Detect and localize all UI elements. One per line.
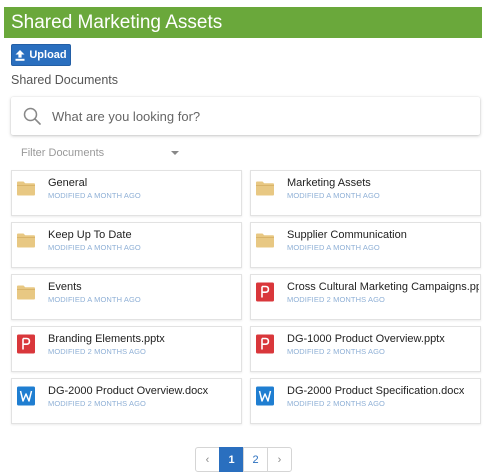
search-box[interactable] bbox=[11, 97, 480, 135]
document-name: Supplier Communication bbox=[287, 229, 407, 241]
powerpoint-icon bbox=[16, 334, 36, 354]
document-card[interactable]: Branding Elements.pptx MODIFIED 2 MONTHS … bbox=[11, 326, 242, 372]
filter-label: Filter Documents bbox=[21, 147, 105, 159]
filter-documents-dropdown[interactable]: Filter Documents bbox=[11, 145, 181, 161]
modified-label: MODIFIED 2 MONTHS AGO bbox=[48, 347, 146, 356]
folder-icon bbox=[16, 230, 36, 250]
document-name: Events bbox=[48, 281, 82, 293]
document-card[interactable]: DG-1000 Product Overview.pptx MODIFIED 2 … bbox=[250, 326, 481, 372]
folder-icon bbox=[16, 282, 36, 302]
page-title: Shared Marketing Assets bbox=[11, 12, 223, 33]
document-card[interactable]: General MODIFIED A MONTH AGO bbox=[11, 170, 242, 216]
document-card[interactable]: Events MODIFIED A MONTH AGO bbox=[11, 274, 242, 320]
search-input[interactable] bbox=[52, 108, 452, 124]
document-card[interactable]: Supplier Communication MODIFIED A MONTH A… bbox=[250, 222, 481, 268]
document-name: Marketing Assets bbox=[287, 177, 371, 189]
word-icon bbox=[255, 386, 275, 406]
modified-label: MODIFIED 2 MONTHS AGO bbox=[287, 399, 385, 408]
document-name: DG-1000 Product Overview.pptx bbox=[287, 333, 445, 345]
modified-label: MODIFIED 2 MONTHS AGO bbox=[287, 295, 385, 304]
document-name: DG-2000 Product Overview.docx bbox=[48, 385, 209, 397]
modified-label: MODIFIED A MONTH AGO bbox=[48, 191, 141, 200]
page-header: Shared Marketing Assets bbox=[4, 7, 482, 38]
upload-button[interactable]: Upload bbox=[11, 44, 71, 66]
document-name: Keep Up To Date bbox=[48, 229, 132, 241]
section-title: Shared Documents bbox=[11, 73, 119, 87]
upload-icon bbox=[15, 49, 25, 61]
caret-down-icon bbox=[171, 151, 179, 155]
document-grid: General MODIFIED A MONTH AGO Marketing Ass… bbox=[11, 170, 481, 424]
page-button-2[interactable]: 2 bbox=[243, 447, 268, 472]
document-card[interactable]: Marketing Assets MODIFIED A MONTH AGO bbox=[250, 170, 481, 216]
modified-label: MODIFIED 2 MONTHS AGO bbox=[287, 347, 385, 356]
document-card[interactable]: DG-2000 Product Specification.docx MODIFI… bbox=[250, 378, 481, 424]
powerpoint-icon bbox=[255, 282, 275, 302]
document-name: Branding Elements.pptx bbox=[48, 333, 165, 345]
next-page-button[interactable]: › bbox=[267, 447, 292, 472]
prev-page-button[interactable]: ‹ bbox=[195, 447, 220, 472]
document-card[interactable]: Keep Up To Date MODIFIED A MONTH AGO bbox=[11, 222, 242, 268]
folder-icon bbox=[255, 178, 275, 198]
document-card[interactable]: Cross Cultural Marketing Campaigns.pptx M… bbox=[250, 274, 481, 320]
document-name: Cross Cultural Marketing Campaigns.pptx bbox=[287, 281, 479, 293]
folder-icon bbox=[255, 230, 275, 250]
folder-icon bbox=[16, 178, 36, 198]
document-name: DG-2000 Product Specification.docx bbox=[287, 385, 465, 397]
upload-button-label: Upload bbox=[29, 49, 67, 61]
modified-label: MODIFIED A MONTH AGO bbox=[287, 191, 380, 200]
document-card[interactable]: DG-2000 Product Overview.docx MODIFIED 2 … bbox=[11, 378, 242, 424]
modified-label: MODIFIED A MONTH AGO bbox=[48, 295, 141, 304]
word-icon bbox=[16, 386, 36, 406]
document-name: General bbox=[48, 177, 88, 189]
powerpoint-icon bbox=[255, 334, 275, 354]
modified-label: MODIFIED 2 MONTHS AGO bbox=[48, 399, 146, 408]
page-button-1[interactable]: 1 bbox=[219, 447, 244, 472]
search-icon bbox=[23, 107, 41, 125]
modified-label: MODIFIED A MONTH AGO bbox=[287, 243, 380, 252]
modified-label: MODIFIED A MONTH AGO bbox=[48, 243, 141, 252]
pagination: ‹ 1 2 › bbox=[195, 447, 292, 472]
